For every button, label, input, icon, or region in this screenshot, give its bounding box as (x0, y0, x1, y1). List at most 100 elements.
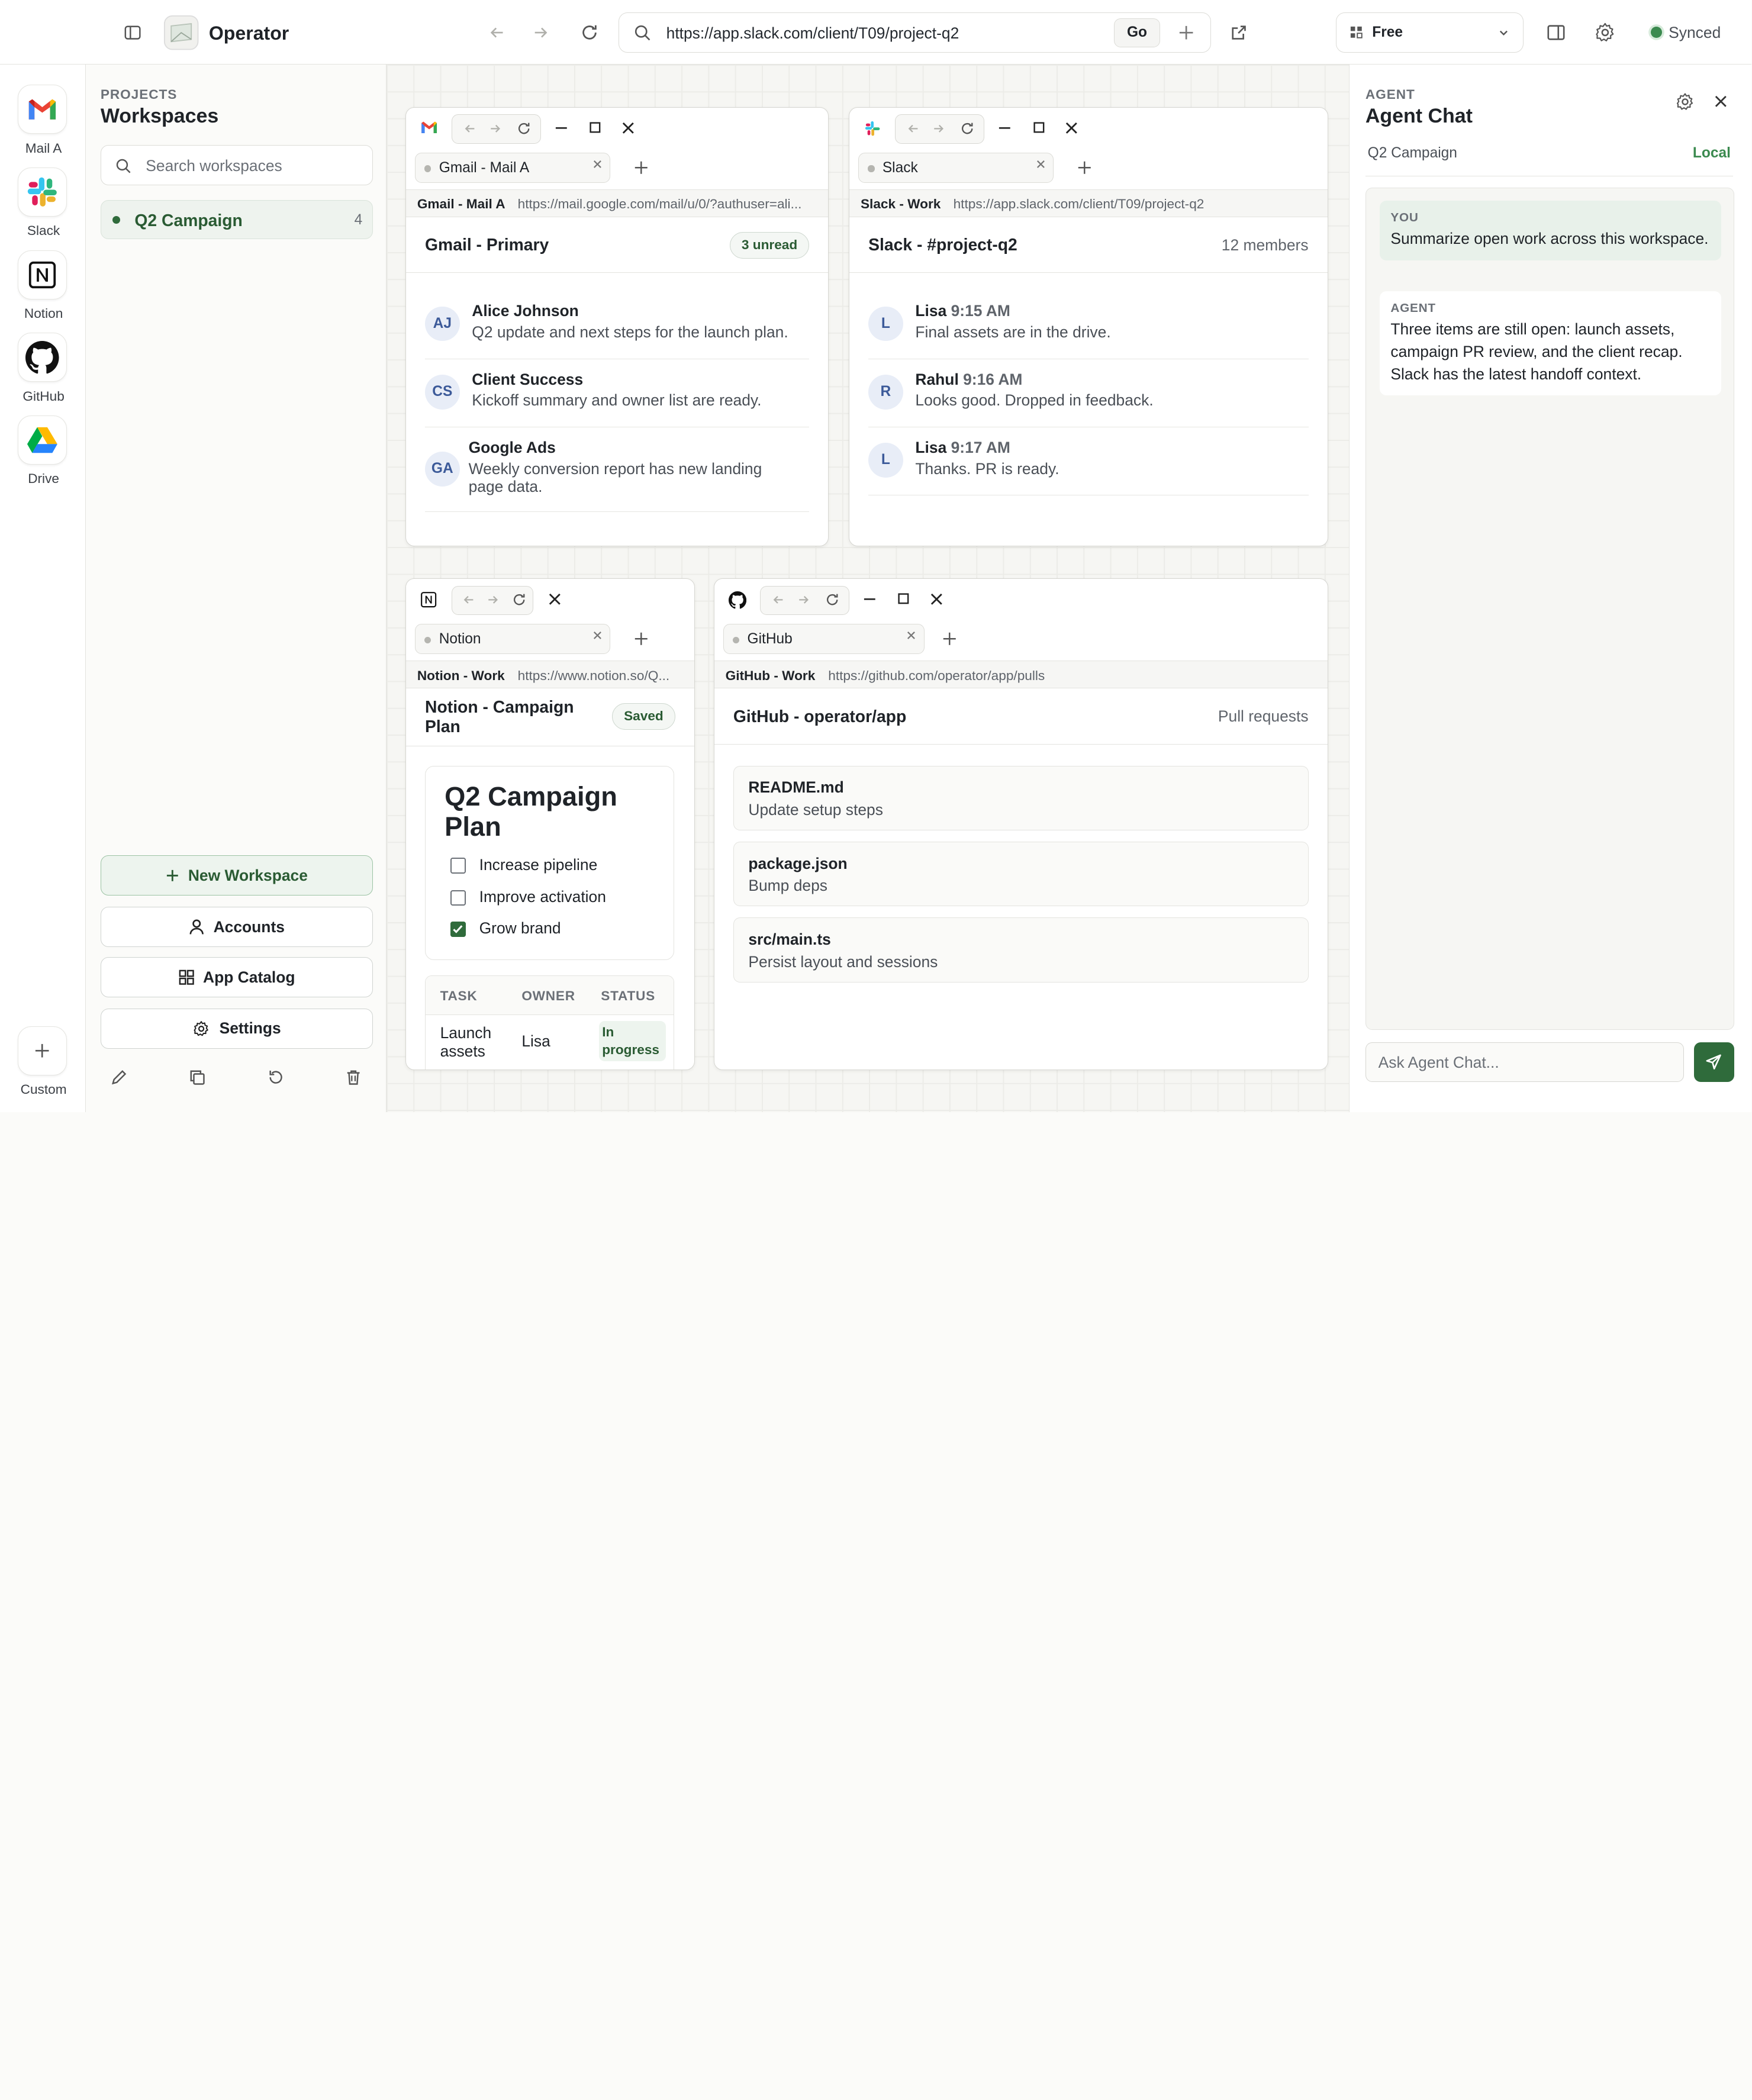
dock-item-slack[interactable]: Slack (18, 168, 69, 239)
pull-request-card[interactable]: README.md Update setup steps (733, 765, 1309, 831)
address-url: https://www.notion.so/Q... (517, 668, 670, 683)
gear-icon[interactable] (1594, 21, 1616, 44)
dock-item-custom[interactable]: Custom (18, 1026, 69, 1097)
dock-item-github[interactable]: GitHub (18, 333, 69, 404)
settings-button[interactable]: Settings (100, 1008, 373, 1049)
window-titlebar[interactable] (406, 579, 694, 620)
tab-slack[interactable]: Slack (858, 152, 1054, 183)
agent-message: AGENT Three items are still open: launch… (1379, 291, 1721, 396)
reload-icon[interactable] (579, 22, 600, 43)
close-tab-icon[interactable] (906, 630, 917, 641)
message-row[interactable]: L Lisa 9:17 AM Thanks. PR is ready. (868, 427, 1309, 495)
maximize-icon[interactable] (589, 121, 601, 134)
forward-icon[interactable] (486, 593, 500, 607)
address-strip[interactable]: Notion - Work https://www.notion.so/Q... (405, 661, 694, 689)
back-icon[interactable] (462, 593, 476, 607)
new-tab-plus-icon[interactable] (1178, 24, 1194, 41)
tab-github[interactable]: GitHub (723, 623, 925, 654)
window-titlebar[interactable] (849, 108, 1328, 149)
forward-icon[interactable] (532, 24, 549, 41)
address-strip[interactable]: Gmail - Mail A https://mail.google.com/m… (405, 189, 829, 218)
gear-icon[interactable] (1675, 92, 1695, 112)
checkbox[interactable] (450, 858, 466, 874)
chat-input[interactable]: Ask Agent Chat... (1365, 1042, 1684, 1083)
minimize-icon[interactable] (555, 121, 568, 135)
close-tab-icon[interactable] (592, 630, 603, 641)
dock-item-drive[interactable]: Drive (18, 415, 69, 487)
table-row[interactable]: Launch assets Lisa In progress (426, 1015, 674, 1069)
email-snippet: Kickoff summary and owner list are ready… (472, 391, 762, 410)
close-icon[interactable] (621, 121, 635, 135)
back-icon[interactable] (772, 593, 785, 607)
slack-icon (864, 120, 881, 137)
tab-dot (424, 165, 431, 172)
go-button[interactable]: Go (1114, 18, 1160, 48)
app-catalog-button[interactable]: App Catalog (100, 957, 373, 998)
address-strip[interactable]: GitHub - Work https://github.com/operato… (714, 661, 1328, 689)
new-tab-plus-icon[interactable] (1077, 160, 1092, 175)
reload-icon[interactable] (511, 592, 527, 607)
trash-icon[interactable] (345, 1069, 362, 1086)
maximize-icon[interactable] (897, 592, 910, 605)
forward-icon[interactable] (488, 122, 502, 136)
checkbox[interactable] (450, 890, 466, 906)
send-button[interactable] (1693, 1042, 1734, 1083)
new-tab-plus-icon[interactable] (634, 632, 649, 646)
sidebar-toggle-icon[interactable] (124, 24, 141, 41)
dock-item-mail-a[interactable]: Mail A (18, 85, 69, 156)
url-bar[interactable]: https://app.slack.com/client/T09/project… (619, 12, 1211, 53)
split-view-icon[interactable] (1546, 22, 1566, 43)
window-titlebar[interactable] (714, 579, 1328, 620)
workspace-search-field[interactable]: Search workspaces (100, 145, 373, 186)
workspace-item-q2-campaign[interactable]: Q2 Campaign 4 (100, 199, 373, 239)
search-placeholder: Search workspaces (146, 157, 282, 175)
maximize-icon[interactable] (1033, 121, 1045, 134)
address-strip[interactable]: Slack - Work https://app.slack.com/clien… (849, 189, 1328, 218)
back-icon[interactable] (907, 122, 920, 136)
dock-item-notion[interactable]: Notion (18, 250, 69, 321)
email-row[interactable]: GA Google Ads Weekly conversion report h… (425, 427, 810, 513)
pull-request-card[interactable]: package.json Bump deps (733, 841, 1309, 907)
undo-icon[interactable] (267, 1069, 284, 1086)
email-row[interactable]: CS Client Success Kickoff summary and ow… (425, 359, 810, 427)
close-icon[interactable] (1714, 95, 1728, 108)
message-row[interactable]: L Lisa 9:15 AM Final assets are in the d… (868, 291, 1309, 359)
sender-name: Client Success (472, 370, 584, 388)
tab-notion[interactable]: Notion (415, 623, 611, 654)
reload-icon[interactable] (825, 592, 840, 607)
pull-request-card[interactable]: src/main.ts Persist layout and sessions (733, 917, 1309, 983)
open-external-icon[interactable] (1230, 24, 1248, 41)
app-logo-icon (163, 15, 199, 50)
plan-icon (1350, 25, 1363, 39)
message-row[interactable]: R Rahul 9:16 AM Looks good. Dropped in f… (868, 359, 1309, 427)
panel-header: GitHub - operator/app Pull requests (714, 688, 1328, 745)
checkbox-checked[interactable] (450, 921, 466, 938)
reload-icon[interactable] (516, 121, 532, 136)
pr-file: src/main.ts (748, 930, 831, 948)
minimize-icon[interactable] (998, 121, 1012, 135)
forward-icon[interactable] (932, 122, 945, 136)
window-titlebar[interactable] (406, 108, 828, 149)
agent-mode: Local (1692, 145, 1731, 162)
new-tab-plus-icon[interactable] (634, 160, 649, 175)
accounts-button[interactable]: Accounts (100, 907, 373, 948)
edit-icon[interactable] (111, 1069, 127, 1086)
minimize-icon[interactable] (863, 592, 877, 606)
email-row[interactable]: AJ Alice Johnson Q2 update and next step… (425, 291, 810, 359)
close-tab-icon[interactable] (592, 159, 603, 170)
tab-gmail[interactable]: Gmail - Mail A (415, 152, 611, 183)
close-icon[interactable] (930, 592, 943, 606)
close-tab-icon[interactable] (1035, 159, 1046, 170)
reload-icon[interactable] (959, 121, 975, 136)
url-input[interactable]: https://app.slack.com/client/T09/project… (666, 24, 959, 43)
duplicate-icon[interactable] (189, 1069, 205, 1086)
close-icon[interactable] (548, 592, 562, 606)
back-icon[interactable] (488, 24, 506, 41)
author-name: Rahul (915, 370, 959, 388)
new-tab-plus-icon[interactable] (942, 632, 957, 646)
back-icon[interactable] (463, 122, 477, 136)
plan-select[interactable]: Free (1335, 12, 1524, 53)
forward-icon[interactable] (797, 593, 810, 607)
new-workspace-button[interactable]: New Workspace (100, 855, 373, 896)
close-icon[interactable] (1065, 121, 1078, 135)
